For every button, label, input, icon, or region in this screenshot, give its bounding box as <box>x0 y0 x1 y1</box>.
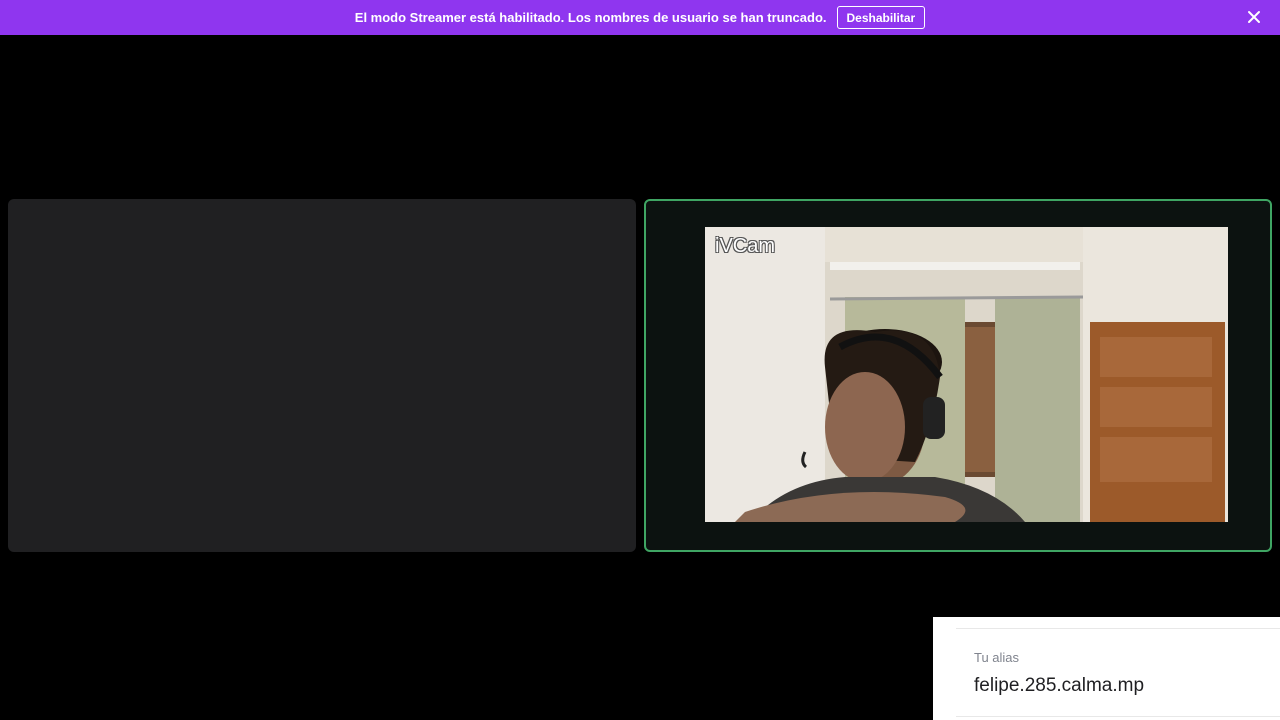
streamer-mode-message: El modo Streamer está habilitado. Los no… <box>354 10 827 25</box>
close-icon[interactable] <box>1246 9 1262 25</box>
alias-label: Tu alias <box>974 650 1020 665</box>
camera-feed: iVCam <box>705 227 1228 522</box>
alias-section: Tu alias felipe.285.calma.mp <box>956 628 1280 720</box>
alias-panel: Tu alias felipe.285.calma.mp <box>933 617 1280 720</box>
disable-streamer-mode-button[interactable]: Deshabilitar <box>836 6 926 29</box>
alias-value: felipe.285.calma.mp <box>974 675 1145 696</box>
ivcam-watermark: iVCam <box>715 235 776 257</box>
video-tile-active[interactable]: iVCam <box>644 199 1272 552</box>
alias-divider <box>956 716 1280 717</box>
video-tile-empty[interactable] <box>8 199 636 552</box>
streamer-mode-banner: El modo Streamer está habilitado. Los no… <box>0 0 1280 35</box>
